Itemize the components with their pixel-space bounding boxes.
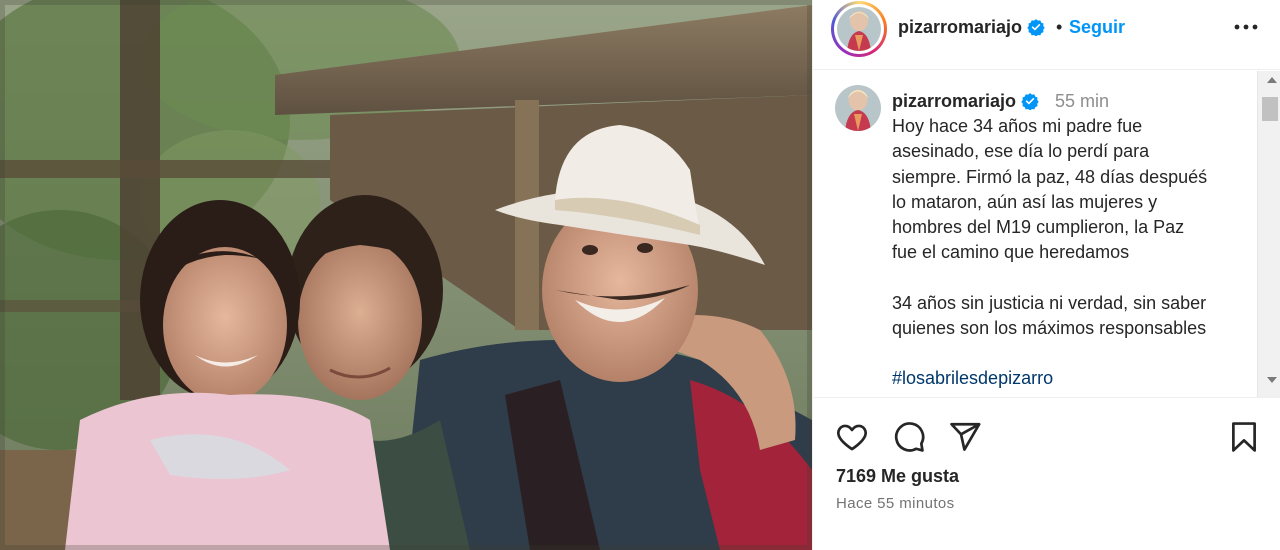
avatar-photo <box>835 85 881 131</box>
post-timestamp: Hace 55 minutos <box>836 495 955 512</box>
comments-section[interactable]: pizarromariajo 55 min Hoy hace 34 años m… <box>813 71 1280 397</box>
save-button[interactable] <box>1227 420 1261 454</box>
header-username-link[interactable]: pizarromariajo <box>898 17 1045 38</box>
heart-icon <box>837 424 867 451</box>
avatar-border <box>834 4 884 54</box>
bookmark-icon <box>1232 422 1256 452</box>
caption-line: asesinado, ese día lo perdí para <box>892 141 1150 162</box>
header-separator: • <box>1056 17 1063 37</box>
scroll-thumb[interactable] <box>1262 97 1278 121</box>
avatar-photo <box>837 7 881 51</box>
follow-button[interactable]: Seguir <box>1069 17 1125 38</box>
scroll-down-arrow-icon[interactable] <box>1267 377 1277 383</box>
caption-line: lo mataron, aún así las mujeres y <box>892 191 1158 212</box>
caption-line: siempre. Firmó la paz, 48 días despuéś <box>892 166 1208 187</box>
comment-button[interactable] <box>892 420 926 454</box>
photo-image <box>0 0 812 550</box>
comment-icon <box>894 422 925 452</box>
story-ring[interactable] <box>831 1 887 57</box>
caption-username-link[interactable]: pizarromariajo <box>892 91 1039 112</box>
caption-line: 34 años sin justicia ni verdad, sin sabe… <box>892 292 1207 313</box>
header-username: pizarromariajo <box>898 17 1023 37</box>
caption-line: Hoy hace 34 años mi padre fue <box>892 116 1143 136</box>
post-details-panel: pizarromariajo • Seguir pizarromariajo 5… <box>812 0 1280 550</box>
share-icon <box>950 422 981 451</box>
like-button[interactable] <box>835 420 869 454</box>
caption-line: quienes son los máximos responsables <box>892 318 1207 339</box>
caption-username: pizarromariajo <box>892 91 1017 111</box>
more-options-button[interactable] <box>1231 16 1261 38</box>
scroll-up-arrow-icon[interactable] <box>1267 77 1277 83</box>
hashtag-link[interactable]: #losabrilesdepizarro <box>892 366 1262 391</box>
caption-avatar[interactable] <box>835 85 881 131</box>
post-header: pizarromariajo • Seguir <box>813 0 1280 70</box>
caption-text: Hoy hace 34 años mi padre fue asesinado,… <box>892 114 1262 392</box>
caption-time[interactable]: 55 min <box>1055 91 1109 112</box>
post-photo[interactable] <box>0 0 812 550</box>
more-horizontal-icon <box>1234 24 1258 30</box>
comments-scrollbar[interactable] <box>1257 71 1280 397</box>
post-actions: 7169 Me gusta Hace 55 minutos <box>813 397 1280 550</box>
verified-badge-icon <box>1027 19 1045 36</box>
verified-badge-icon <box>1021 93 1039 110</box>
share-button[interactable] <box>948 420 982 454</box>
caption-line: hombres del M19 cumplieron, la Paz <box>892 217 1185 238</box>
avatar <box>837 7 881 51</box>
likes-count[interactable]: 7169 Me gusta <box>836 466 959 487</box>
caption-line: fue el camino que heredamos <box>892 242 1130 263</box>
